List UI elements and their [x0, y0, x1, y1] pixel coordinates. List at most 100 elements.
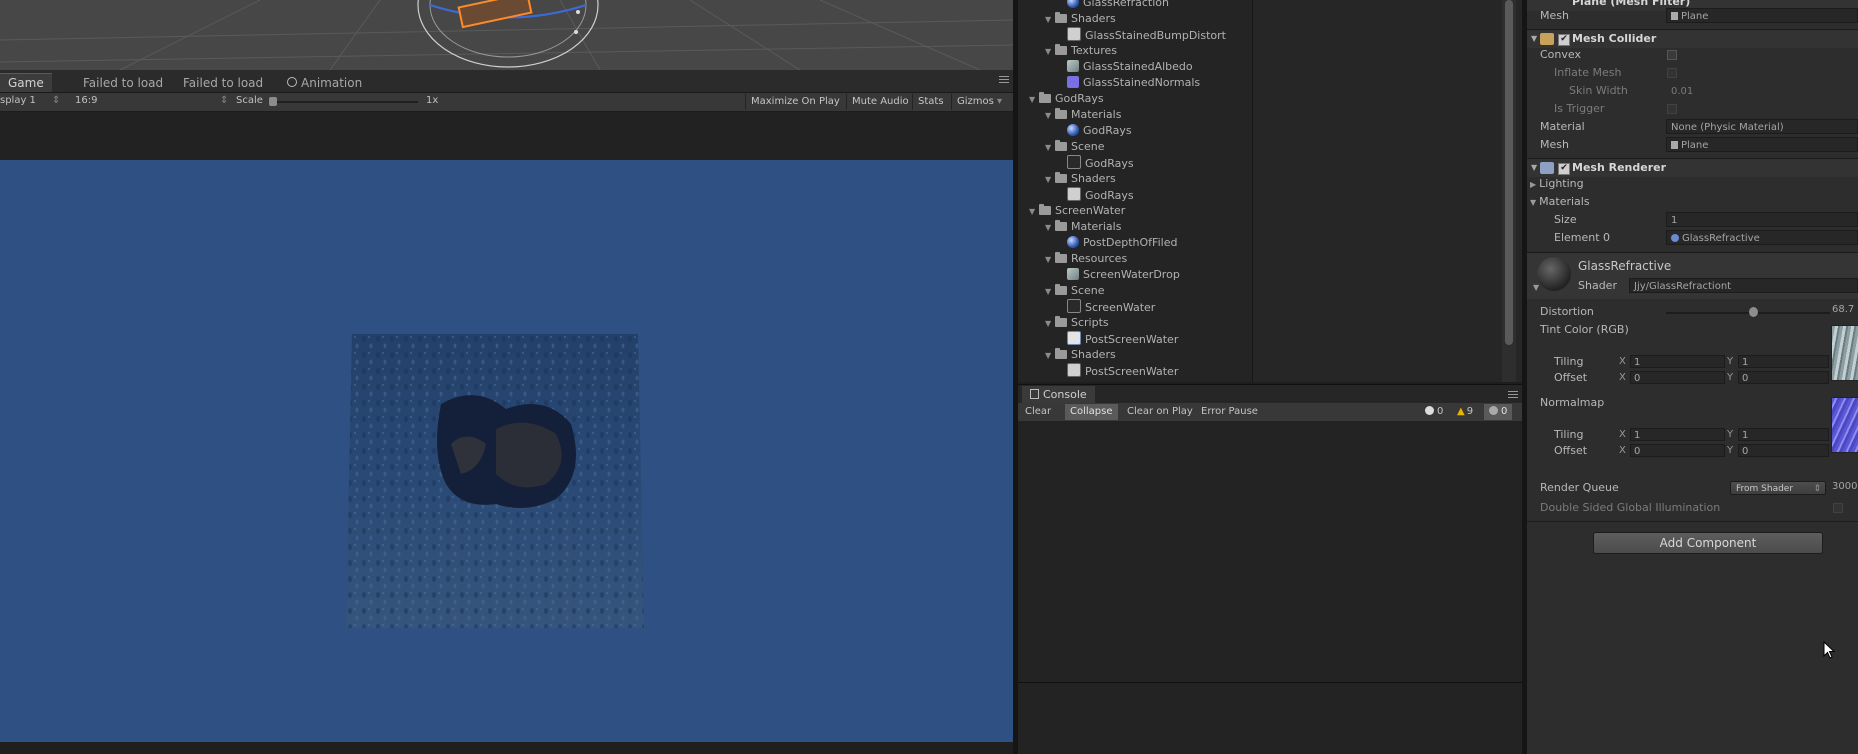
project-asset-item[interactable]: ScreenWater: [1067, 299, 1155, 315]
clear-on-play-button[interactable]: Clear on Play: [1122, 404, 1198, 420]
project-asset-item[interactable]: PostScreenWater: [1067, 363, 1178, 379]
tint-offset-y-field[interactable]: 0: [1738, 371, 1829, 384]
project-asset-item[interactable]: GlassStainedAlbedo: [1067, 59, 1193, 75]
tab-failed-to-load-2[interactable]: Failed to load: [175, 74, 271, 92]
collider-mesh-field[interactable]: Plane: [1666, 137, 1858, 152]
tab-game[interactable]: Game: [0, 73, 52, 92]
tint-offset-x-field[interactable]: 0: [1630, 371, 1725, 384]
render-queue-value[interactable]: 3000: [1832, 481, 1857, 492]
mesh-renderer-enabled-checkbox[interactable]: ✔: [1558, 163, 1570, 175]
maximize-on-play-button[interactable]: Maximize On Play: [745, 94, 845, 110]
distortion-value[interactable]: 68.7: [1832, 304, 1854, 315]
project-folder-item[interactable]: ▼ Scene: [1045, 139, 1105, 155]
convex-checkbox[interactable]: [1667, 50, 1677, 60]
lighting-foldout[interactable]: ▶ Lighting: [1530, 176, 1584, 192]
console-detail-area[interactable]: [1018, 683, 1522, 754]
expand-triangle-icon[interactable]: ▼: [1045, 108, 1055, 124]
project-folder-item[interactable]: ▼ Materials: [1045, 107, 1121, 123]
normalmap-label: Normalmap: [1540, 396, 1605, 409]
mesh-renderer-header[interactable]: ▼ ✔ Mesh Renderer: [1527, 158, 1858, 177]
error-pause-button[interactable]: Error Pause: [1196, 404, 1263, 420]
project-folder-item[interactable]: ▼ GodRays: [1029, 91, 1104, 107]
project-folder-item[interactable]: ▼ Shaders: [1045, 11, 1116, 27]
scale-slider[interactable]: [272, 101, 418, 103]
is-trigger-checkbox[interactable]: [1667, 104, 1677, 114]
materials-size-field[interactable]: 1: [1666, 212, 1858, 227]
skin-width-field[interactable]: 0.01: [1666, 83, 1858, 98]
expand-triangle-icon[interactable]: ▼: [1045, 140, 1055, 156]
project-asset-item[interactable]: PostScreenWater: [1067, 331, 1178, 347]
normal-tiling-x-field[interactable]: 1: [1630, 428, 1725, 441]
mesh-filter-mesh-field[interactable]: Plane: [1666, 8, 1858, 23]
distortion-slider-thumb[interactable]: [1748, 307, 1758, 317]
project-scrollbar-thumb[interactable]: [1505, 0, 1513, 345]
project-asset-item[interactable]: GlassRefraction: [1067, 0, 1169, 11]
scale-slider-thumb[interactable]: [269, 97, 277, 106]
element0-field[interactable]: GlassRefractive: [1666, 230, 1858, 245]
double-sided-gi-checkbox[interactable]: [1833, 503, 1843, 513]
expand-triangle-icon[interactable]: ▼: [1045, 252, 1055, 268]
clear-button[interactable]: Clear: [1020, 404, 1056, 420]
mesh-collider-enabled-checkbox[interactable]: ✔: [1558, 34, 1570, 46]
warning-filter-button[interactable]: ▲ 9: [1452, 404, 1478, 420]
project-folder-item[interactable]: ▼ Shaders: [1045, 171, 1116, 187]
project-folder-item[interactable]: ▼ ScreenWater: [1029, 203, 1125, 219]
error-filter-button[interactable]: 0: [1484, 404, 1513, 420]
tab-animation[interactable]: Animation: [279, 74, 370, 92]
project-folder-item[interactable]: ▼ Scene: [1045, 283, 1105, 299]
console-log-list[interactable]: [1018, 421, 1522, 682]
normal-tiling-y-field[interactable]: 1: [1738, 428, 1829, 441]
project-folder-item[interactable]: ▼ Textures: [1045, 43, 1117, 59]
tint-texture-thumbnail[interactable]: [1831, 325, 1858, 381]
render-queue-dropdown[interactable]: From Shader ⇕: [1730, 481, 1826, 495]
stats-button[interactable]: Stats: [912, 94, 949, 110]
expand-triangle-icon[interactable]: ▼: [1045, 44, 1055, 60]
expand-triangle-icon[interactable]: ▼: [1045, 220, 1055, 236]
project-item-label: GodRays: [1083, 124, 1132, 137]
normalmap-texture-thumbnail[interactable]: [1831, 397, 1858, 453]
project-item-label: PostScreenWater: [1085, 333, 1179, 346]
tab-failed-to-load-1[interactable]: Failed to load: [75, 74, 171, 92]
distortion-slider[interactable]: [1666, 312, 1830, 314]
mute-audio-button[interactable]: Mute Audio: [846, 94, 914, 110]
normal-offset-x-field[interactable]: 0: [1630, 444, 1725, 457]
materials-foldout[interactable]: ▼ Materials: [1530, 194, 1590, 210]
project-folder-item[interactable]: ▼ Resources: [1045, 251, 1127, 267]
console-menu-icon[interactable]: [1508, 391, 1518, 399]
expand-triangle-icon[interactable]: ▼: [1045, 284, 1055, 300]
project-asset-item[interactable]: GodRays: [1067, 187, 1134, 203]
project-asset-item[interactable]: ScreenWaterDrop: [1067, 267, 1180, 283]
inflate-mesh-checkbox[interactable]: [1667, 68, 1677, 78]
mesh-collider-header[interactable]: ▼ ✔ Mesh Collider: [1527, 29, 1858, 48]
project-item-label: Shaders: [1071, 12, 1116, 25]
tab-console[interactable]: Console: [1022, 386, 1095, 403]
collider-material-field[interactable]: None (Physic Material): [1666, 119, 1858, 134]
expand-triangle-icon[interactable]: ▼: [1045, 316, 1055, 332]
panel-menu-icon[interactable]: [999, 76, 1009, 84]
expand-triangle-icon[interactable]: ▼: [1045, 348, 1055, 364]
display-select[interactable]: splay 1: [0, 95, 36, 106]
tint-tiling-x-field[interactable]: 1: [1630, 355, 1725, 368]
project-asset-item[interactable]: GodRays: [1067, 123, 1132, 139]
gizmos-button[interactable]: Gizmos ▾: [951, 94, 1007, 110]
project-asset-item[interactable]: PostDepthOfFiled: [1067, 235, 1177, 251]
project-asset-item[interactable]: GodRays: [1067, 155, 1134, 171]
project-folder-item[interactable]: ▼ Shaders: [1045, 347, 1116, 363]
collapse-button[interactable]: Collapse: [1065, 404, 1118, 420]
project-asset-item[interactable]: GlassStainedBumpDistort: [1067, 27, 1226, 43]
scene-view-strip[interactable]: [0, 0, 1013, 70]
info-filter-button[interactable]: 0: [1420, 404, 1448, 420]
texture-icon: [1067, 76, 1079, 88]
aspect-select[interactable]: 16:9: [75, 95, 97, 106]
add-component-button[interactable]: Add Component: [1593, 532, 1823, 554]
expand-triangle-icon[interactable]: ▼: [1029, 204, 1039, 220]
expand-triangle-icon[interactable]: ▼: [1045, 12, 1055, 28]
project-folder-item[interactable]: ▼ Scripts: [1045, 315, 1109, 331]
expand-triangle-icon[interactable]: ▼: [1029, 92, 1039, 108]
project-folder-item[interactable]: ▼ Materials: [1045, 219, 1121, 235]
tint-tiling-y-field[interactable]: 1: [1738, 355, 1829, 368]
normal-offset-y-field[interactable]: 0: [1738, 444, 1829, 457]
shader-dropdown[interactable]: Jjy/GlassRefractiont: [1629, 278, 1858, 293]
expand-triangle-icon[interactable]: ▼: [1045, 172, 1055, 188]
project-asset-item[interactable]: GlassStainedNormals: [1067, 75, 1200, 91]
